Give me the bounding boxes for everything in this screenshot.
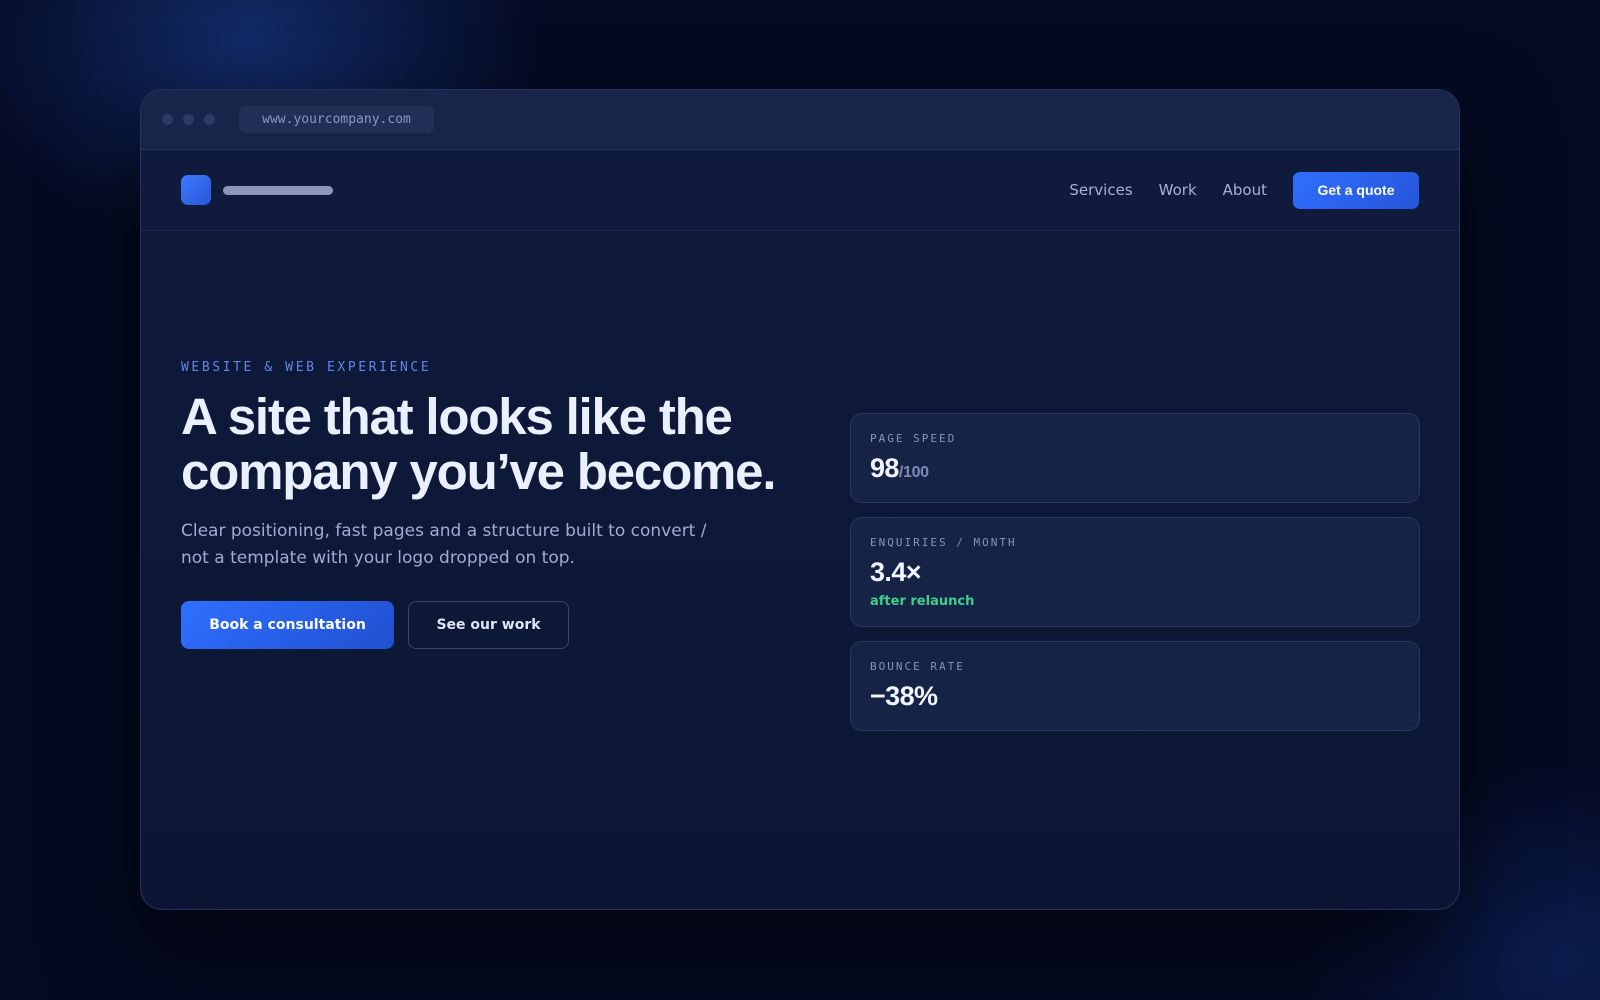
stat-label: PAGE SPEED [870, 432, 957, 445]
browser-chrome: www.yourcompany.com [141, 90, 1459, 150]
stat-note: after relaunch [870, 594, 975, 609]
nav-link-services[interactable]: Services [1069, 181, 1132, 199]
site-navbar: Services Work About Get a quote [141, 150, 1459, 231]
nav-link-work[interactable]: Work [1159, 181, 1197, 199]
stat-value: −38% [870, 681, 938, 711]
stat-number: 98 [870, 453, 899, 483]
see-our-work-button[interactable]: See our work [408, 601, 569, 649]
stat-value: 3.4× [870, 557, 922, 587]
window-dot-maximize[interactable] [204, 114, 215, 125]
hero-section: WEBSITE & WEB EXPERIENCE A site that loo… [181, 360, 821, 649]
window-dot-close[interactable] [162, 114, 173, 125]
address-bar[interactable]: www.yourcompany.com [239, 106, 434, 133]
logo-icon[interactable] [181, 175, 211, 205]
stat-card-bounce-rate: BOUNCE RATE −38% [850, 641, 1420, 731]
nav-links: Services Work About Get a quote [1069, 171, 1419, 209]
hero-eyebrow: WEBSITE & WEB EXPERIENCE [181, 360, 432, 375]
stat-label: ENQUIRIES / MONTH [870, 536, 1017, 549]
get-quote-button[interactable]: Get a quote [1293, 171, 1419, 209]
stat-suffix: /100 [898, 464, 929, 481]
stat-label: BOUNCE RATE [870, 660, 965, 673]
nav-link-about[interactable]: About [1223, 181, 1267, 199]
stats-panel: PAGE SPEED 98/100 ENQUIRIES / MONTH 3.4×… [850, 413, 1420, 745]
logo-wordmark-placeholder [223, 185, 333, 195]
hero-headline: A site that looks like the company you’v… [181, 388, 777, 500]
hero-cta-row: Book a consultation See our work [181, 601, 821, 649]
stat-card-page-speed: PAGE SPEED 98/100 [850, 413, 1420, 503]
stat-card-enquiries: ENQUIRIES / MONTH 3.4× after relaunch [850, 517, 1420, 627]
browser-window: www.yourcompany.com Services Work About … [140, 89, 1460, 910]
window-dot-minimize[interactable] [183, 114, 194, 125]
book-consultation-button[interactable]: Book a consultation [181, 601, 394, 649]
hero-subtext: Clear positioning, fast pages and a stru… [181, 521, 707, 568]
stat-value: 98/100 [870, 453, 1400, 484]
